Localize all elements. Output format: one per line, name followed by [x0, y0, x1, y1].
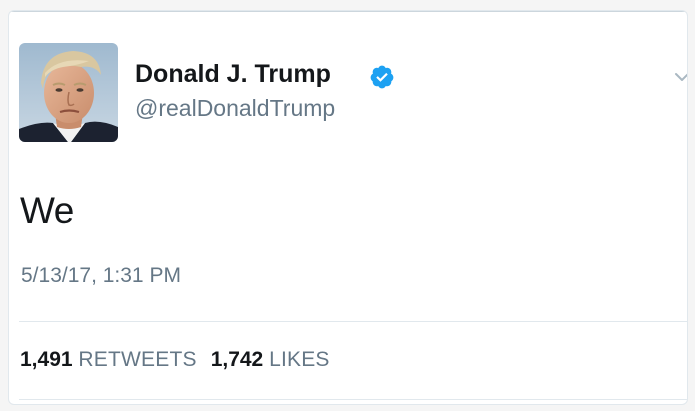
tweet-text: We: [20, 190, 74, 231]
chevron-down-icon[interactable]: [673, 68, 688, 86]
tweet-stats: 1,491 RETWEETS 1,742 LIKES: [20, 348, 330, 372]
author-name[interactable]: Donald J. Trump: [135, 60, 331, 89]
author-handle[interactable]: @realDonaldTrump: [135, 95, 335, 122]
stats-divider: [19, 321, 687, 322]
retweets-stat[interactable]: 1,491 RETWEETS: [20, 348, 197, 371]
author-avatar[interactable]: [19, 43, 118, 142]
likes-stat[interactable]: 1,742 LIKES: [211, 348, 330, 371]
retweets-count: 1,491: [20, 348, 73, 371]
bottom-divider: [19, 399, 687, 400]
retweets-label: RETWEETS: [78, 348, 197, 371]
tweet-timestamp[interactable]: 5/13/17, 1:31 PM: [21, 264, 181, 288]
likes-label: LIKES: [269, 348, 330, 371]
avatar-photo: [19, 43, 118, 142]
card-top-border: [9, 11, 687, 12]
verified-badge-icon: [370, 65, 394, 89]
likes-count: 1,742: [210, 348, 264, 371]
tweet-card: Donald J. Trump @realDonaldTrump We 5/13…: [8, 10, 688, 405]
